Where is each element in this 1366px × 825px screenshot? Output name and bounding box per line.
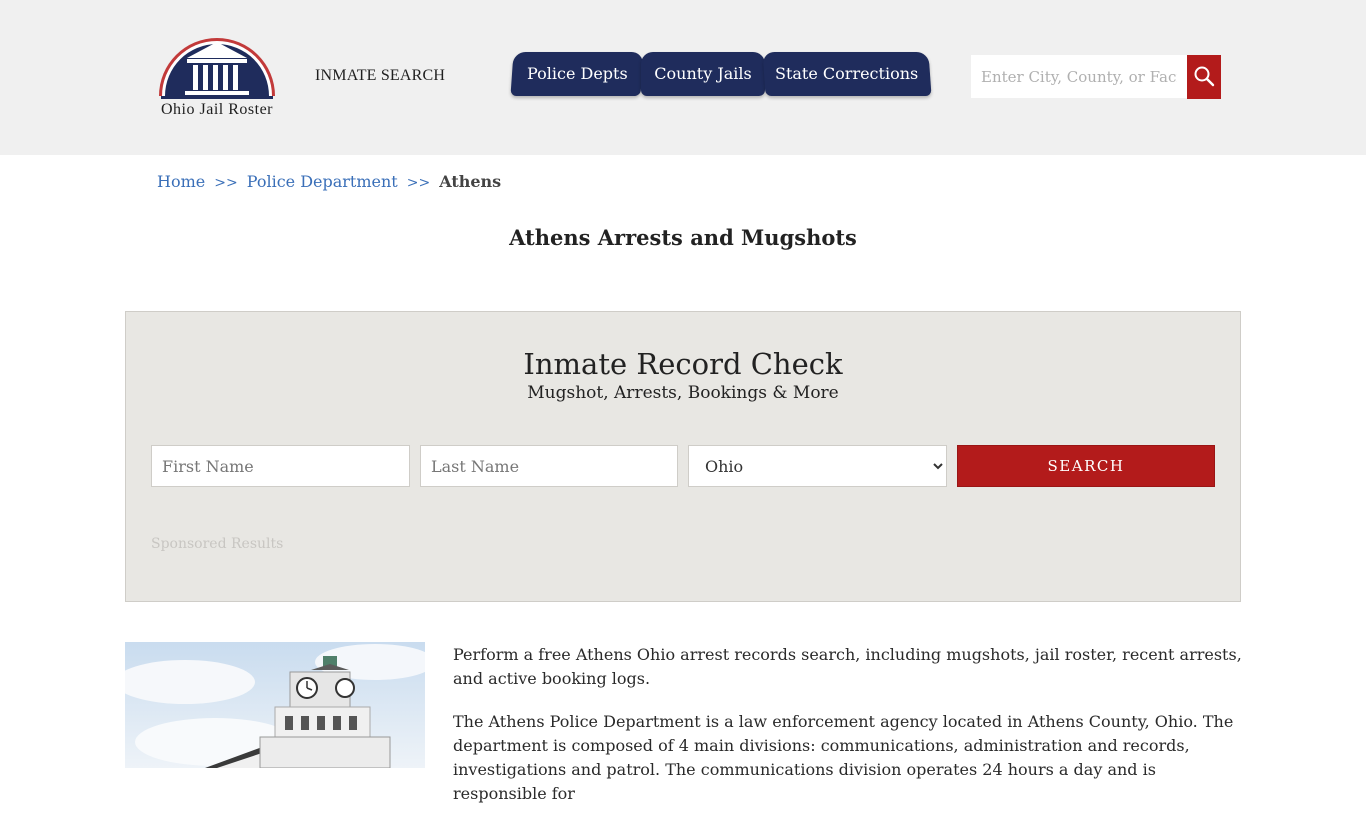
panel-subtitle: Mugshot, Arrests, Bookings & More [527, 383, 839, 403]
location-search-input[interactable] [971, 55, 1187, 98]
breadcrumb: Home >> Police Department >> Athens [157, 172, 501, 191]
tab-county-jails[interactable]: County Jails [641, 52, 765, 96]
site-header: Ohio Jail Roster INMATE SEARCH Police De… [0, 0, 1366, 155]
state-select[interactable]: Ohio [688, 445, 947, 487]
courthouse-logo-icon [159, 38, 275, 99]
breadcrumb-police-department[interactable]: Police Department [247, 172, 398, 191]
logo-text: Ohio Jail Roster [161, 101, 273, 118]
tab-label: Police Depts [526, 64, 628, 83]
panel-title: Inmate Record Check [523, 347, 843, 381]
tab-police-depts[interactable]: Police Depts [510, 52, 644, 96]
sponsored-results-label: Sponsored Results [151, 536, 284, 552]
inmate-record-check-panel: Inmate Record Check Mugshot, Arrests, Bo… [125, 311, 1241, 602]
courthouse-photo-image [125, 642, 425, 768]
tab-state-corrections[interactable]: State Corrections [762, 52, 932, 96]
site-logo[interactable]: Ohio Jail Roster [147, 34, 287, 124]
tab-label: County Jails [654, 64, 752, 83]
inmate-search-link[interactable]: INMATE SEARCH [315, 67, 445, 85]
courthouse-photo [125, 642, 425, 768]
content-body: Perform a free Athens Ohio arrest record… [453, 643, 1243, 825]
tab-label: State Corrections [775, 64, 919, 83]
breadcrumb-current: Athens [439, 172, 502, 191]
intro-paragraph: Perform a free Athens Ohio arrest record… [453, 645, 1242, 688]
breadcrumb-home[interactable]: Home [157, 172, 205, 191]
location-search-button[interactable] [1187, 55, 1221, 99]
last-name-input[interactable] [420, 445, 678, 487]
breadcrumb-separator: >> [406, 175, 431, 191]
search-icon [1194, 66, 1215, 86]
record-search-button[interactable]: SEARCH [957, 445, 1215, 487]
breadcrumb-separator: >> [214, 175, 238, 191]
first-name-input[interactable] [151, 445, 410, 487]
page-title: Athens Arrests and Mugshots [509, 225, 857, 250]
description-paragraph: The Athens Police Department is a law en… [453, 712, 1234, 803]
